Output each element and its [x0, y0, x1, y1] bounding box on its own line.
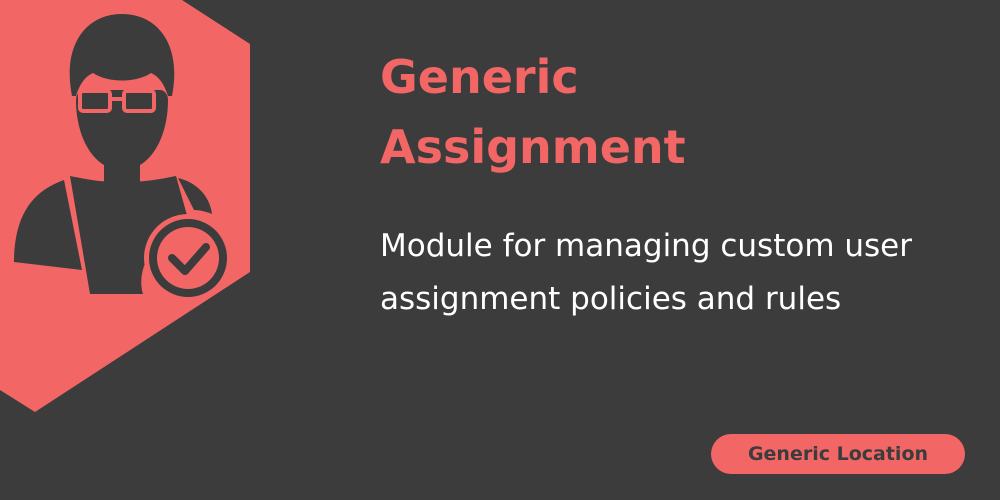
module-description: Module for managing custom user assignme…: [380, 228, 912, 317]
module-banner: Generic Assignment Module for managing c…: [0, 0, 1000, 500]
location-badge[interactable]: Generic Location: [711, 434, 965, 474]
page-title: Generic Assignment: [380, 42, 980, 182]
check-circle-icon: [144, 214, 232, 302]
title-line-1: Generic: [380, 50, 579, 104]
title-line-2: Assignment: [380, 120, 686, 174]
module-logo: [0, 0, 250, 412]
